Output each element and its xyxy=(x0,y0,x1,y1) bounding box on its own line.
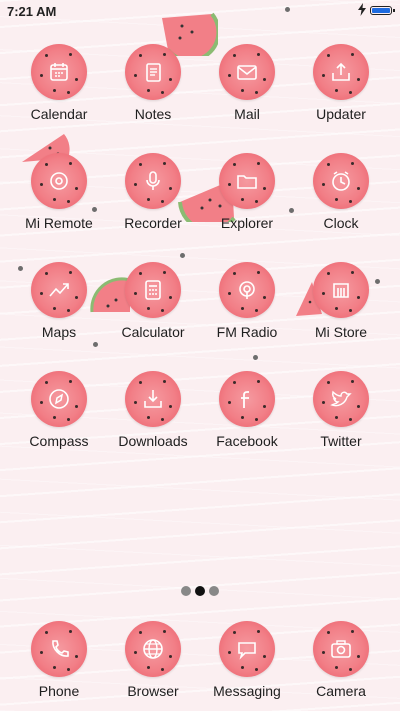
app-fm-radio[interactable]: FM Radio xyxy=(197,262,297,362)
camera-icon[interactable] xyxy=(313,621,369,677)
app-notes[interactable]: Notes xyxy=(103,44,203,144)
message-icon[interactable] xyxy=(219,621,275,677)
store-icon[interactable] xyxy=(313,262,369,318)
app-calculator[interactable]: Calculator xyxy=(103,262,203,362)
app-camera[interactable]: Camera xyxy=(291,621,391,711)
home-screen: { "status_bar": {"time": "7:21 AM", "cha… xyxy=(0,0,400,711)
download-icon[interactable] xyxy=(125,371,181,427)
page-dot[interactable] xyxy=(181,586,191,596)
phone-icon[interactable] xyxy=(31,621,87,677)
map-icon[interactable] xyxy=(31,262,87,318)
page-indicator[interactable] xyxy=(0,583,400,596)
twitter-icon[interactable] xyxy=(313,371,369,427)
page-dot[interactable] xyxy=(209,586,219,596)
app-updater[interactable]: Updater xyxy=(291,44,391,144)
calendar-icon[interactable] xyxy=(31,44,87,100)
app-mi-store[interactable]: Mi Store xyxy=(291,262,391,362)
updater-icon[interactable] xyxy=(313,44,369,100)
app-downloads[interactable]: Downloads xyxy=(103,371,203,471)
notes-icon[interactable] xyxy=(125,44,181,100)
status-time: 7:21 AM xyxy=(7,4,57,19)
app-facebook[interactable]: Facebook xyxy=(197,371,297,471)
facebook-icon[interactable] xyxy=(219,371,275,427)
app-compass[interactable]: Compass xyxy=(9,371,109,471)
app-mail[interactable]: Mail xyxy=(197,44,297,144)
seed-decoration xyxy=(180,253,185,258)
folder-icon[interactable] xyxy=(219,153,275,209)
battery-icon xyxy=(370,6,395,15)
app-calendar[interactable]: Calendar xyxy=(9,44,109,144)
app-explorer[interactable]: Explorer xyxy=(197,153,297,253)
app-label: Mi Store xyxy=(314,324,368,340)
app-clock[interactable]: Clock xyxy=(291,153,391,253)
app-recorder[interactable]: Recorder xyxy=(103,153,203,253)
app-maps[interactable]: Maps xyxy=(9,262,109,362)
clock-icon[interactable] xyxy=(313,153,369,209)
calculator-icon[interactable] xyxy=(125,262,181,318)
microphone-icon[interactable] xyxy=(125,153,181,209)
app-label: Camera xyxy=(316,683,366,699)
app-label: Clock xyxy=(323,215,359,231)
app-label: Updater xyxy=(316,106,366,122)
radio-icon[interactable] xyxy=(219,262,275,318)
remote-icon[interactable] xyxy=(31,153,87,209)
compass-icon[interactable] xyxy=(31,371,87,427)
app-mi-remote[interactable]: Mi Remote xyxy=(9,153,109,253)
app-label: Twitter xyxy=(320,433,362,449)
globe-icon[interactable] xyxy=(125,621,181,677)
charging-bolt-icon xyxy=(358,3,366,16)
app-twitter[interactable]: Twitter xyxy=(291,371,391,471)
seed-decoration xyxy=(285,7,290,12)
page-dot-current[interactable] xyxy=(195,586,205,596)
mail-icon[interactable] xyxy=(219,44,275,100)
